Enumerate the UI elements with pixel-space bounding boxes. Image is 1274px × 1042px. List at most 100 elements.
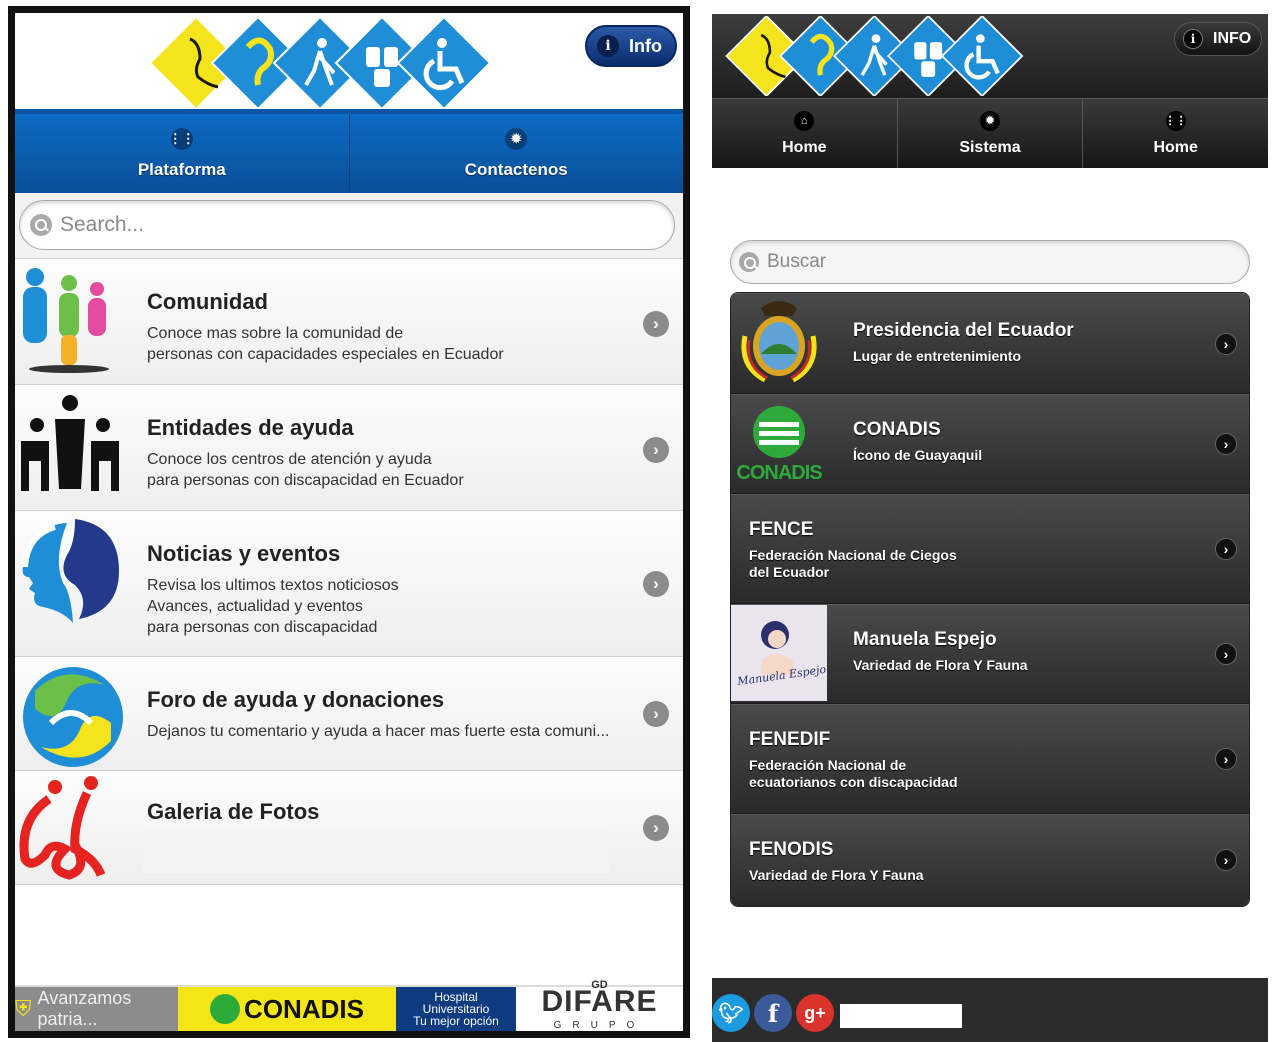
info-button[interactable]: i Info	[585, 25, 677, 67]
grid-icon: ⋮⋮	[1165, 110, 1187, 131]
item-title: FENCE	[749, 519, 814, 540]
empty-description-box	[143, 829, 609, 873]
social-footer: 🐦︎ f g+	[712, 978, 1268, 1042]
ecuador-shield-icon: ⛨	[15, 996, 32, 1021]
accessibility-logo	[150, 17, 492, 109]
search-bar	[15, 193, 683, 259]
blank-footer-box	[840, 1004, 962, 1028]
nav-plataforma[interactable]: ⋮⋮ Plataforma	[15, 114, 349, 193]
item-desc-line: Lugar de entretenimiento	[853, 348, 1022, 364]
app-header: i Info	[15, 13, 683, 109]
item-title: Foro de ayuda y donaciones	[147, 687, 445, 712]
sponsor-footer: ⛨ Avanzamos patria... CONADIS Hospital U…	[15, 980, 683, 1031]
item-desc-line: ecuatorianos con discapacidad	[749, 774, 958, 790]
search-input[interactable]	[767, 251, 1227, 273]
conadis-logo-icon	[210, 994, 241, 1024]
list-item-galeria[interactable]: Galeria de Fotos ›	[15, 771, 683, 885]
search-icon	[30, 214, 52, 236]
conadis-logo-icon	[753, 406, 805, 458]
nav-home[interactable]: ⌂ Home	[712, 99, 897, 168]
item-title: Presidencia del Ecuador	[853, 320, 1074, 341]
ecuador-coat-of-arms-icon	[741, 301, 817, 383]
facebook-icon[interactable]: f	[754, 994, 792, 1032]
item-desc-line: Federación Nacional de	[749, 757, 907, 773]
right-list: Presidencia del Ecuador Lugar de entrete…	[730, 292, 1250, 907]
search-input[interactable]	[60, 213, 620, 237]
app-header-dark: i INFO	[712, 14, 1268, 98]
twitter-icon[interactable]: 🐦︎	[712, 994, 750, 1032]
chevron-right-icon: ›	[1215, 748, 1237, 770]
chevron-right-icon: ›	[1215, 333, 1237, 355]
gear-icon: ✹	[980, 110, 1000, 131]
accessibility-logo	[725, 16, 1024, 96]
nav-plataforma-label: Plataforma	[137, 159, 226, 179]
chevron-right-icon: ›	[1215, 849, 1237, 871]
list-item-conadis[interactable]: CONADIS CONADIS Ícono de Guayaquil ›	[731, 394, 1249, 494]
info-icon: i	[597, 35, 619, 57]
chevron-right-icon: ›	[1215, 538, 1237, 560]
info-button[interactable]: i INFO	[1174, 22, 1262, 56]
face-profile-icon	[22, 519, 119, 623]
item-desc-line: Dejanos tu comentario y ayuda a hacer ma…	[147, 723, 610, 740]
info-button-label: INFO	[1213, 30, 1252, 47]
chevron-right-icon: ›	[643, 437, 669, 463]
item-desc-line: Federación Nacional de Ciegos	[749, 547, 957, 563]
list-item-presidencia[interactable]: Presidencia del Ecuador Lugar de entrete…	[731, 293, 1249, 394]
item-desc-line: Conoce mas sobre la comunidad de	[147, 325, 404, 342]
meeting-group-icon	[21, 395, 119, 491]
chevron-right-icon: ›	[1215, 433, 1237, 455]
item-title: Entidades de ayuda	[147, 415, 354, 440]
banner-text: Tu mejor opción	[413, 1014, 499, 1028]
chevron-right-icon: ›	[643, 701, 669, 727]
banner-text: CONADIS	[244, 993, 364, 1024]
right-navbar: ⌂ Home ✹ Sistema ⋮⋮ Home	[712, 98, 1268, 168]
grid-icon: ⋮⋮	[169, 127, 195, 150]
banner-text: GRUPO	[553, 1020, 646, 1031]
search-icon	[739, 252, 759, 272]
item-title: FENEDIF	[749, 729, 831, 750]
chevron-right-icon: ›	[643, 311, 669, 337]
photo-gallery-logo-icon	[19, 776, 106, 880]
chevron-right-icon: ›	[1215, 643, 1237, 665]
search-field[interactable]	[730, 240, 1250, 284]
item-title: CONADIS	[853, 419, 941, 440]
banner-text: DIFARE	[541, 985, 658, 1018]
list-item-noticias[interactable]: Noticias y eventos Revisa los ultimos te…	[15, 511, 683, 657]
list-item-fence[interactable]: FENCE Federación Nacional de Ciegos del …	[731, 494, 1249, 604]
nav-home-2[interactable]: ⋮⋮ Home	[1082, 99, 1268, 168]
sponsor-banner-conadis[interactable]: CONADIS	[178, 987, 396, 1031]
helping-hands-icon	[23, 667, 123, 767]
search-field[interactable]	[19, 200, 675, 250]
community-people-icon	[23, 268, 109, 373]
google-plus-icon[interactable]: g+	[796, 994, 834, 1032]
list-item-fenodis[interactable]: FENODIS Variedad de Flora Y Fauna ›	[731, 814, 1249, 906]
item-desc-line: Variedad de Flora Y Fauna	[749, 867, 924, 883]
nav-contactenos-label: Contactenos	[464, 159, 568, 179]
sponsor-banner-difare[interactable]: GD DIFARE GRUPO	[516, 980, 683, 1031]
item-title: Galeria de Fotos	[147, 799, 320, 824]
item-title: Noticias y eventos	[147, 541, 341, 566]
list-item-entidades[interactable]: Entidades de ayuda Conoce los centros de…	[15, 385, 683, 511]
item-desc-line: personas con capacidades especiales en E…	[147, 346, 504, 363]
list-item-comunidad[interactable]: Comunidad Conoce mas sobre la comunidad …	[15, 259, 683, 385]
list-item-fenedif[interactable]: FENEDIF Federación Nacional de ecuatoria…	[731, 704, 1249, 814]
nav-sistema-label: Sistema	[959, 138, 1021, 156]
list-item-foro[interactable]: Foro de ayuda y donaciones Dejanos tu co…	[15, 657, 683, 771]
sponsor-banner-patria[interactable]: ⛨ Avanzamos patria...	[15, 987, 178, 1031]
nav-home-label: Home	[782, 138, 827, 156]
nav-sistema[interactable]: ✹ Sistema	[896, 99, 1083, 168]
item-title: FENODIS	[749, 839, 834, 860]
nav-contactenos[interactable]: ✹ Contactenos	[348, 114, 684, 193]
item-desc-line: Avances, actualidad y eventos	[147, 598, 363, 615]
item-desc-line: Ícono de Guayaquil	[853, 447, 983, 463]
banner-text: Avanzamos patria...	[37, 988, 132, 1029]
sponsor-banner-hospital[interactable]: Hospital Universitario Tu mejor opción	[396, 987, 516, 1031]
item-title: Comunidad	[147, 289, 268, 314]
gear-icon: ✹	[505, 127, 528, 150]
list-item-manuela-espejo[interactable]: Manuela Espejo Manuela Espejo Variedad d…	[731, 604, 1249, 704]
item-desc-line: del Ecuador	[749, 564, 830, 580]
item-desc-line: para personas con discapacidad en Ecuado…	[147, 472, 464, 489]
item-desc-line: Conoce los centros de atención y ayuda	[147, 451, 432, 468]
left-app-screen: i Info ⋮⋮ Plataforma ✹ Contactenos Searc…	[8, 6, 690, 1038]
home-icon: ⌂	[794, 110, 815, 131]
